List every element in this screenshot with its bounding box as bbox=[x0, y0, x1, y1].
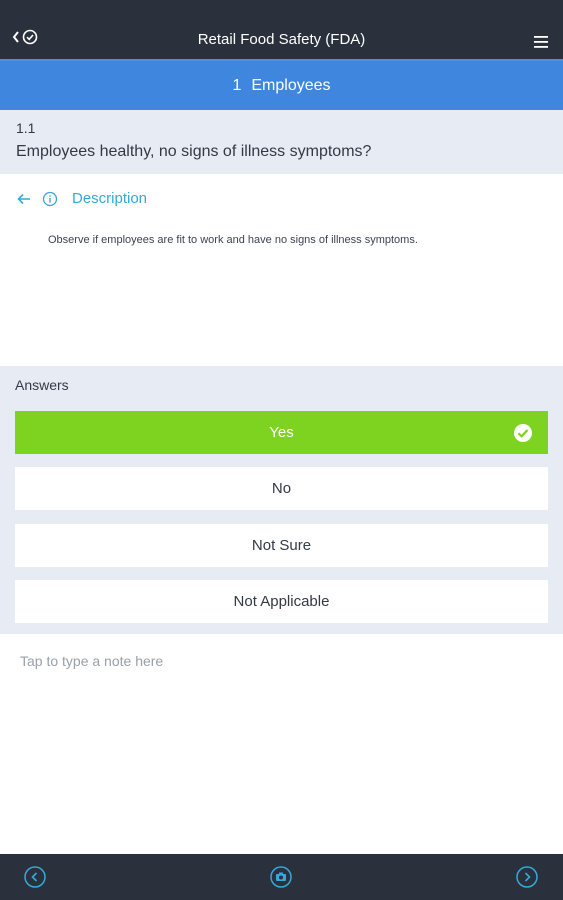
next-button[interactable] bbox=[516, 866, 538, 888]
hamburger-menu-icon bbox=[534, 36, 548, 48]
answer-not-applicable-button[interactable]: Not Applicable bbox=[15, 580, 548, 623]
answer-label: No bbox=[271, 480, 292, 497]
note-input[interactable]: Tap to type a note here bbox=[20, 653, 163, 669]
answer-no-button[interactable]: No bbox=[15, 467, 548, 510]
camera-button[interactable] bbox=[270, 866, 292, 888]
question-text: Employees healthy, no signs of illness s… bbox=[16, 143, 372, 160]
previous-button[interactable] bbox=[24, 866, 46, 888]
check-circle-icon bbox=[514, 424, 532, 442]
description-toggle[interactable]: Description bbox=[16, 190, 147, 207]
answers-label: Answers bbox=[15, 377, 69, 393]
description-label: Description bbox=[72, 190, 148, 207]
app-header: Retail Food Safety (FDA) bbox=[0, 0, 563, 60]
answer-not-sure-button[interactable]: Not Sure bbox=[15, 524, 548, 567]
arrow-left-icon bbox=[17, 193, 30, 204]
answer-yes-button[interactable]: Yes bbox=[15, 411, 548, 454]
section-number: 1 bbox=[232, 76, 242, 94]
section-header: 1 Employees bbox=[0, 61, 563, 110]
answer-label: Yes bbox=[269, 424, 294, 441]
answer-label: Not Sure bbox=[251, 537, 312, 554]
menu-button[interactable] bbox=[534, 35, 548, 53]
section-name: Employees bbox=[251, 76, 331, 94]
bottom-toolbar bbox=[0, 854, 563, 900]
question-panel: 1.1 Employees healthy, no signs of illne… bbox=[0, 110, 563, 174]
info-icon bbox=[42, 191, 58, 206]
question-number: 1.1 bbox=[16, 120, 36, 136]
page-title: Retail Food Safety (FDA) bbox=[197, 31, 366, 48]
answers-panel: Answers Yes No Not Sure Not Applicable bbox=[0, 366, 563, 634]
description-text: Observe if employees are fit to work and… bbox=[48, 234, 418, 246]
answer-label: Not Applicable bbox=[233, 593, 330, 610]
